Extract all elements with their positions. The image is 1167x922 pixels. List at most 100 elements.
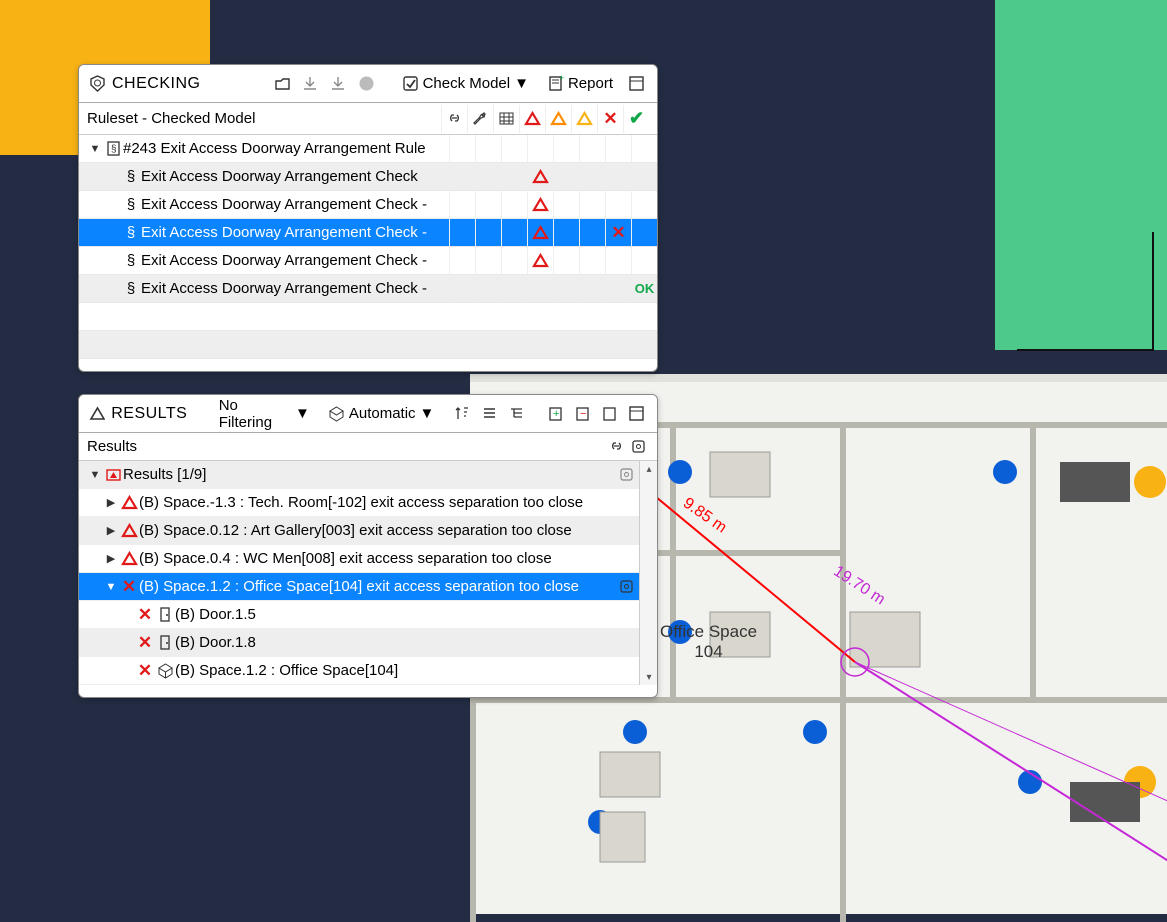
sort-button[interactable]	[452, 403, 473, 425]
tree-button[interactable]	[506, 403, 527, 425]
tri-orange-column-icon[interactable]	[545, 105, 571, 133]
report-icon: +	[547, 75, 564, 92]
results-root-label: Results [1/9]	[123, 466, 613, 483]
check-row[interactable]: § Exit Access Doorway Arrangement Check …	[79, 247, 657, 275]
report-label: Report	[568, 75, 613, 92]
warning-triangle-icon	[119, 550, 139, 567]
result-child-label: (B) Door.1.5	[175, 606, 613, 623]
result-item-row[interactable]: ▶ (B) Space.-1.3 : Tech. Room[-102] exit…	[79, 489, 639, 517]
clipboard-add-button[interactable]: +	[545, 403, 566, 425]
check-row[interactable]: § Exit Access Doorway Arrangement Check …	[79, 191, 657, 219]
door-icon	[155, 634, 175, 651]
check-model-label: Check Model	[423, 75, 511, 92]
report-button[interactable]: + Report	[541, 73, 619, 94]
wrench-column-icon[interactable]	[467, 105, 493, 133]
list-button[interactable]	[479, 403, 500, 425]
scroll-up-icon[interactable]: ▴	[640, 461, 658, 477]
chevron-down-icon: ▼	[420, 405, 435, 422]
checking-titlebar: CHECKING Check Model ▼ + Report	[79, 65, 657, 103]
check-row-label: Exit Access Doorway Arrangement Check -	[141, 252, 449, 269]
expand-arrow-icon[interactable]: ▼	[87, 469, 103, 481]
expand-arrow-icon[interactable]: ▼	[103, 581, 119, 593]
expand-arrow-icon[interactable]: ▼	[87, 143, 103, 155]
section-icon: §	[121, 224, 141, 241]
focus-icon-small[interactable]	[613, 578, 639, 595]
download-button-1[interactable]	[300, 73, 322, 95]
check-row-label: Exit Access Doorway Arrangement Check -	[141, 196, 449, 213]
scroll-down-icon[interactable]: ▾	[640, 669, 658, 685]
results-root-row[interactable]: ▼ Results [1/9]	[79, 461, 639, 489]
svg-text:+: +	[559, 75, 564, 83]
result-item-row[interactable]: ▼ ✕ (B) Space.1.2 : Office Space[104] ex…	[79, 573, 639, 601]
check-row[interactable]: § Exit Access Doorway Arrangement Check …	[79, 219, 657, 247]
filter-dropdown[interactable]: No Filtering ▼	[213, 395, 316, 433]
mode-label: Automatic	[349, 405, 416, 422]
stop-button[interactable]	[356, 73, 378, 95]
warning-triangle-icon	[119, 494, 139, 511]
download-button-2[interactable]	[328, 73, 350, 95]
bg-green-triangle-line	[1015, 230, 1155, 352]
section-icon: §	[121, 168, 141, 185]
check-row-label: Exit Access Doorway Arrangement Check	[141, 168, 449, 185]
tri-yellow-column-icon[interactable]	[571, 105, 597, 133]
result-item-row[interactable]: ▶ (B) Space.0.4 : WC Men[008] exit acces…	[79, 545, 639, 573]
error-x-icon: ✕	[135, 605, 155, 625]
error-x-icon: ✕	[119, 577, 139, 597]
link-icon-2[interactable]	[605, 436, 627, 458]
result-child-row[interactable]: ✕ (B) Space.1.2 : Office Space[104]	[79, 657, 639, 685]
result-child-row[interactable]: ✕ (B) Door.1.5	[79, 601, 639, 629]
check-row[interactable]: § Exit Access Doorway Arrangement Check …	[79, 275, 657, 303]
link-column-icon[interactable]	[441, 105, 467, 133]
expand-arrow-icon[interactable]: ▶	[103, 552, 119, 565]
table-column-icon[interactable]	[493, 105, 519, 133]
results-panel: RESULTS No Filtering ▼ Automatic ▼ + − R…	[78, 394, 658, 698]
error-x-icon: ✕	[135, 661, 155, 681]
results-title: RESULTS	[111, 405, 187, 423]
svg-text:+: +	[553, 408, 559, 420]
focus-icon-small[interactable]	[613, 466, 639, 483]
ruleset-parent-row[interactable]: ▼ § #243 Exit Access Doorway Arrangement…	[79, 135, 657, 163]
floorplan-room-num: 104	[694, 642, 722, 661]
shield-icon	[89, 75, 106, 92]
result-item-row[interactable]: ▶ (B) Space.0.12 : Art Gallery[003] exit…	[79, 517, 639, 545]
results-root-icon	[103, 466, 123, 483]
check-model-button[interactable]: Check Model ▼	[396, 73, 535, 94]
expand-arrow-icon[interactable]: ▶	[103, 496, 119, 509]
checking-rows: ▼ § #243 Exit Access Doorway Arrangement…	[79, 135, 657, 359]
empty-row	[79, 331, 657, 359]
result-item-label: (B) Space.1.2 : Office Space[104] exit a…	[139, 578, 613, 595]
svg-text:−: −	[580, 408, 586, 420]
x-column-icon[interactable]: ✕	[597, 105, 623, 133]
results-titlebar: RESULTS No Filtering ▼ Automatic ▼ + −	[79, 395, 657, 433]
floorplan-room-name: Office Space	[660, 622, 757, 641]
result-item-label: (B) Space.0.12 : Art Gallery[003] exit a…	[139, 522, 613, 539]
check-row[interactable]: § Exit Access Doorway Arrangement Check	[79, 163, 657, 191]
checkbox-icon	[402, 75, 419, 92]
tri-red-column-icon[interactable]	[519, 105, 545, 133]
chevron-down-icon: ▼	[514, 75, 529, 92]
checking-header-row: Ruleset - Checked Model ✕ ✔	[79, 103, 657, 135]
results-scrollbar[interactable]: ▴ ▾	[639, 461, 657, 685]
check-column-icon[interactable]: ✔	[623, 105, 649, 133]
focus-icon[interactable]	[627, 436, 649, 458]
expand-arrow-icon[interactable]: ▶	[103, 524, 119, 537]
clipboard-remove-button[interactable]: −	[572, 403, 593, 425]
result-child-label: (B) Space.1.2 : Office Space[104]	[175, 662, 613, 679]
mode-dropdown[interactable]: Automatic ▼	[322, 403, 441, 424]
ruleset-label: #243 Exit Access Doorway Arrangement Rul…	[123, 140, 449, 157]
cube-icon	[328, 405, 345, 422]
empty-row	[79, 303, 657, 331]
open-folder-button[interactable]	[272, 73, 294, 95]
results-header-label: Results	[87, 438, 137, 455]
panel-layout-button-2[interactable]	[626, 403, 647, 425]
section-icon: §	[121, 252, 141, 269]
result-child-row[interactable]: ✕ (B) Door.1.8	[79, 629, 639, 657]
checking-title: CHECKING	[112, 75, 200, 93]
results-header: Results	[79, 433, 657, 461]
clipboard-button[interactable]	[599, 403, 620, 425]
ruleset-header-label: Ruleset - Checked Model	[87, 110, 255, 127]
result-child-label: (B) Door.1.8	[175, 634, 613, 651]
panel-layout-button[interactable]	[625, 73, 647, 95]
section-icon: §	[121, 196, 141, 213]
checking-panel: CHECKING Check Model ▼ + Report Ruleset …	[78, 64, 658, 372]
